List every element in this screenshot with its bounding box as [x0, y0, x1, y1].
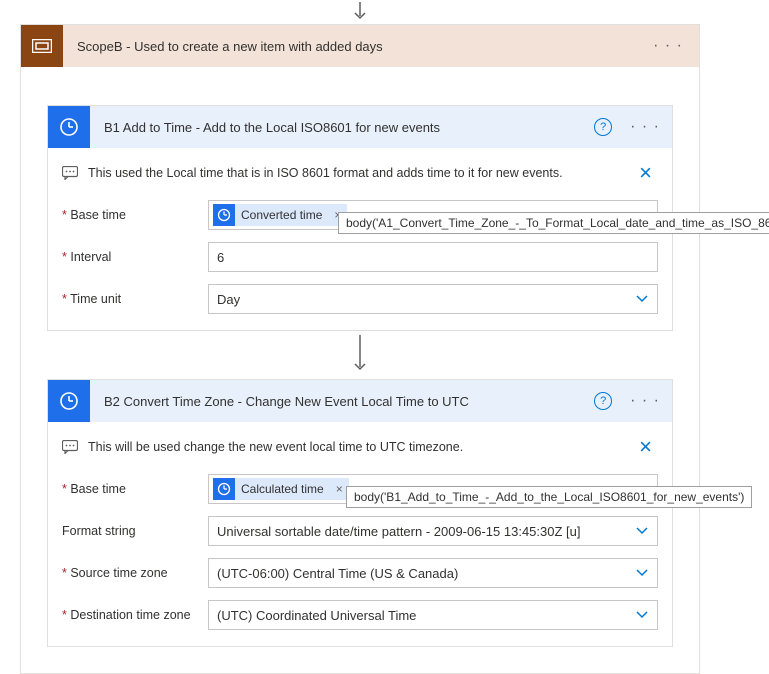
scope-icon: [21, 25, 63, 67]
format-string-value: Universal sortable date/time pattern - 2…: [217, 524, 581, 539]
scope-header[interactable]: ScopeB - Used to create a new item with …: [21, 25, 699, 67]
action-b1-header[interactable]: B1 Add to Time - Add to the Local ISO860…: [48, 106, 672, 148]
time-unit-select[interactable]: Day: [208, 284, 658, 314]
chevron-down-icon: [635, 608, 649, 623]
dest-tz-value: (UTC) Coordinated Universal Time: [217, 608, 416, 623]
clock-icon: [48, 106, 90, 148]
base-time-tooltip-2: body('B1_Add_to_Time_-_Add_to_the_Local_…: [346, 486, 752, 508]
help-icon[interactable]: ?: [594, 392, 612, 410]
token-label: Calculated time: [241, 482, 330, 496]
time-unit-label: Time unit: [62, 292, 208, 306]
interval-input[interactable]: [208, 242, 658, 272]
action-b2-header[interactable]: B2 Convert Time Zone - Change New Event …: [48, 380, 672, 422]
close-icon[interactable]: ×: [633, 162, 658, 184]
base-time-label: Base time: [62, 208, 208, 222]
calculated-time-token[interactable]: Calculated time ×: [213, 478, 349, 500]
clock-icon: [213, 204, 235, 226]
source-tz-select[interactable]: (UTC-06:00) Central Time (US & Canada): [208, 558, 658, 588]
action-b1-card: B1 Add to Time - Add to the Local ISO860…: [47, 105, 673, 331]
clock-icon: [213, 478, 235, 500]
clock-icon: [48, 380, 90, 422]
dest-tz-label: Destination time zone: [62, 608, 208, 622]
source-tz-label: Source time zone: [62, 566, 208, 580]
action-b1-menu[interactable]: · · ·: [626, 118, 664, 136]
comment-icon: [62, 166, 78, 180]
action-b2-comment: This will be used change the new event l…: [88, 440, 633, 454]
time-unit-value: Day: [217, 292, 240, 307]
action-b2-menu[interactable]: · · ·: [626, 392, 664, 410]
scope-menu[interactable]: · · ·: [649, 37, 687, 55]
interval-label: Interval: [62, 250, 208, 264]
scope-card: ScopeB - Used to create a new item with …: [20, 24, 700, 674]
chevron-down-icon: [635, 292, 649, 307]
token-label: Converted time: [241, 208, 328, 222]
help-icon[interactable]: ?: [594, 118, 612, 136]
source-tz-value: (UTC-06:00) Central Time (US & Canada): [217, 566, 458, 581]
action-b2-title: B2 Convert Time Zone - Change New Event …: [90, 394, 594, 409]
base-time-label-2: Base time: [62, 482, 208, 496]
format-string-label: Format string: [62, 524, 208, 538]
dest-tz-select[interactable]: (UTC) Coordinated Universal Time: [208, 600, 658, 630]
action-b2-comment-row: This will be used change the new event l…: [48, 422, 672, 468]
chevron-down-icon: [635, 566, 649, 581]
action-b1-title: B1 Add to Time - Add to the Local ISO860…: [90, 120, 594, 135]
base-time-tooltip: body('A1_Convert_Time_Zone_-_To_Format_L…: [338, 212, 769, 234]
action-b2-card: B2 Convert Time Zone - Change New Event …: [47, 379, 673, 647]
chevron-down-icon: [635, 524, 649, 539]
action-b1-comment: This used the Local time that is in ISO …: [88, 166, 633, 180]
action-b1-comment-row: This used the Local time that is in ISO …: [48, 148, 672, 194]
comment-icon: [62, 440, 78, 454]
converted-time-token[interactable]: Converted time ×: [213, 204, 347, 226]
scope-title: ScopeB - Used to create a new item with …: [63, 39, 649, 54]
close-icon[interactable]: ×: [633, 436, 658, 458]
format-string-select[interactable]: Universal sortable date/time pattern - 2…: [208, 516, 658, 546]
